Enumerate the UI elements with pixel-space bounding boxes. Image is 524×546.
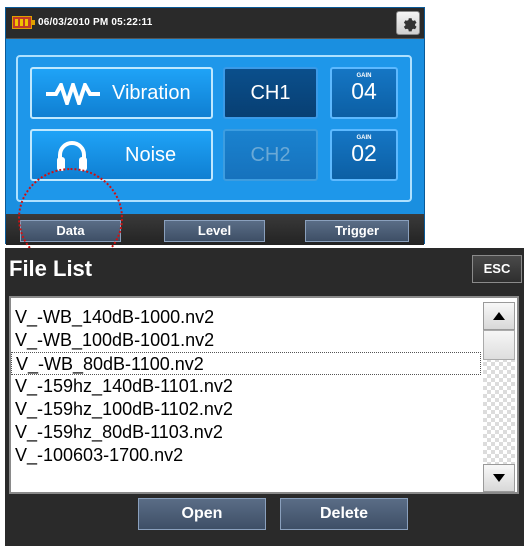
action-bar: Open Delete: [5, 496, 524, 536]
file-row[interactable]: V_-100603-1700.nv2: [11, 444, 481, 467]
file-row[interactable]: V_-WB_140dB-1000.nv2: [11, 306, 481, 329]
file-list: V_-WB_140dB-1000.nv2 V_-WB_100dB-1001.nv…: [9, 296, 519, 494]
battery-icon: [12, 16, 35, 29]
file-row[interactable]: V_-159hz_80dB-1103.nv2: [11, 421, 481, 444]
channel-2-button[interactable]: CH2: [223, 129, 318, 181]
gain-2-value: 02: [351, 140, 377, 166]
scroll-thumb[interactable]: [483, 330, 515, 360]
channel-2-label: CH2: [250, 143, 291, 166]
arrow-up-icon: [493, 312, 505, 320]
tab-data[interactable]: Data: [20, 220, 121, 242]
vibration-label: Vibration: [112, 82, 191, 104]
noise-button[interactable]: Noise: [30, 129, 213, 181]
gain-2-button[interactable]: GAIN 02: [330, 129, 398, 181]
scroll-up-button[interactable]: [483, 302, 515, 330]
channel-1-button[interactable]: CH1: [223, 67, 318, 119]
file-row-selected[interactable]: V_-WB_80dB-1100.nv2: [11, 352, 481, 375]
device-screen: 06/03/2010 PM 05:22:11 Vibration CH1 GAI…: [5, 7, 425, 245]
scrollbar[interactable]: [483, 302, 515, 492]
gain-1-value: 04: [351, 78, 377, 104]
file-list-title: File List: [9, 256, 93, 281]
tab-level[interactable]: Level: [164, 220, 265, 242]
vibration-wave-icon: [46, 83, 100, 105]
gear-icon[interactable]: [396, 11, 420, 35]
esc-button[interactable]: ESC: [472, 255, 522, 283]
file-row[interactable]: V_-WB_100dB-1001.nv2: [11, 329, 481, 352]
arrow-down-icon: [493, 474, 505, 482]
headphones-icon: [57, 141, 87, 171]
open-button[interactable]: Open: [138, 498, 266, 530]
channel-panel: Vibration CH1 GAIN 04 Noise CH2 GAIN 02: [16, 55, 412, 202]
noise-label: Noise: [125, 144, 177, 166]
tab-bar: Data Level Trigger: [6, 214, 424, 245]
tab-trigger[interactable]: Trigger: [305, 220, 409, 242]
gain-1-button[interactable]: GAIN 04: [330, 67, 398, 119]
scroll-down-button[interactable]: [483, 464, 515, 492]
file-list-window: File List ESC V_-WB_140dB-1000.nv2 V_-WB…: [5, 248, 524, 546]
status-bar: 06/03/2010 PM 05:22:11: [6, 8, 424, 39]
file-row[interactable]: V_-159hz_140dB-1101.nv2: [11, 375, 481, 398]
delete-button[interactable]: Delete: [280, 498, 408, 530]
channel-1-label: CH1: [250, 81, 291, 104]
vibration-button[interactable]: Vibration: [30, 67, 213, 119]
datetime-text: 06/03/2010 PM 05:22:11: [38, 17, 153, 28]
file-rows: V_-WB_140dB-1000.nv2 V_-WB_100dB-1001.nv…: [11, 306, 481, 467]
file-row[interactable]: V_-159hz_100dB-1102.nv2: [11, 398, 481, 421]
